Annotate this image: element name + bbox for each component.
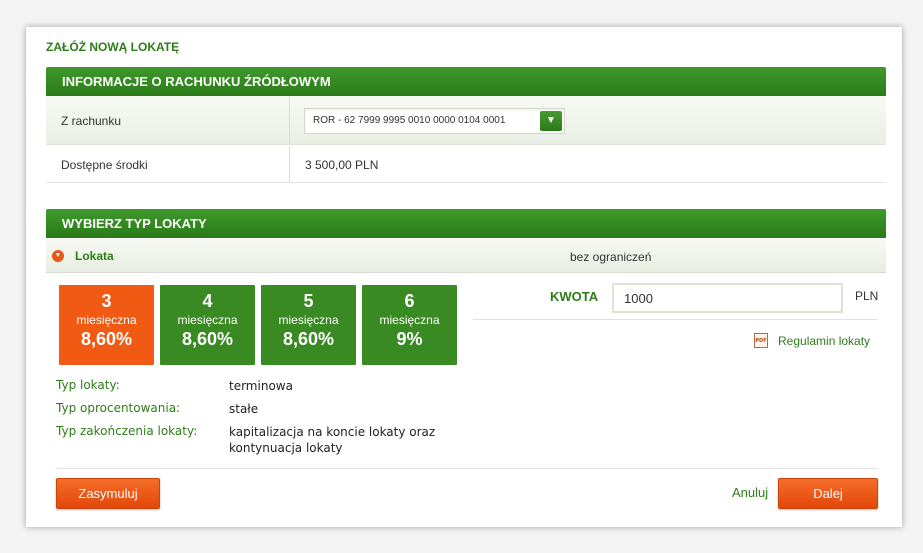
tile-unit: miesięczna — [379, 313, 440, 327]
collapse-toggle-icon[interactable]: ▼ — [52, 250, 64, 262]
tile-rate: 8,60% — [80, 329, 133, 349]
currency-label: PLN — [855, 289, 879, 303]
tile-term: 4 — [202, 291, 213, 311]
account-select-value: ROR - 62 7999 9995 0010 0000 0104 0001 — [313, 115, 506, 126]
deposit-tile-4[interactable]: 4 miesięczna 8,60% — [160, 285, 255, 365]
tile-rate: 9% — [396, 329, 423, 349]
deposit-subheader-label[interactable]: Lokata — [75, 249, 114, 263]
tile-term: 5 — [303, 291, 314, 311]
tile-rate: 8,60% — [181, 329, 234, 349]
cancel-link[interactable]: Anuluj — [732, 485, 768, 500]
available-funds-value: 3 500,00 PLN — [305, 158, 379, 172]
next-button[interactable]: Dalej — [778, 478, 878, 509]
available-funds-label: Dostępne środki — [61, 158, 148, 172]
chevron-down-icon[interactable]: ▼ — [540, 111, 562, 131]
row-divider — [289, 146, 290, 182]
deposit-subheader-note: bez ograniczeń — [570, 250, 652, 264]
tile-rate: 8,60% — [282, 329, 335, 349]
detail-value-deposit-type: terminowa — [229, 379, 293, 393]
detail-label-deposit-type: Typ lokaty: — [56, 378, 120, 392]
tile-unit: miesięczna — [278, 313, 339, 327]
footer-divider — [56, 468, 878, 469]
source-account-row: Z rachunku ROR - 62 7999 9995 0010 0000 … — [46, 96, 886, 145]
tile-term: 3 — [101, 291, 112, 311]
tile-unit: miesięczna — [177, 313, 238, 327]
deposit-type-header: WYBIERZ TYP LOKATY — [46, 209, 886, 238]
new-deposit-dialog: ZAŁÓŻ NOWĄ LOKATĘ INFORMACJE O RACHUNKU … — [26, 27, 902, 527]
deposit-subheader[interactable]: ▼ Lokata bez ograniczeń — [46, 239, 886, 273]
deposit-tile-6[interactable]: 6 miesięczna 9% — [362, 285, 457, 365]
detail-label-interest-type: Typ oprocentowania: — [56, 401, 181, 415]
simulate-button[interactable]: Zasymuluj — [56, 478, 160, 509]
detail-value-interest-type: stałe — [229, 402, 259, 416]
divider — [473, 319, 878, 320]
account-select[interactable]: ROR - 62 7999 9995 0010 0000 0104 0001 ▼ — [304, 108, 565, 134]
row-divider — [289, 96, 290, 144]
detail-label-ending-type: Typ zakończenia lokaty: — [56, 424, 198, 438]
dialog-title: ZAŁÓŻ NOWĄ LOKATĘ — [46, 40, 180, 54]
amount-label: KWOTA — [550, 289, 599, 304]
deposit-tile-5[interactable]: 5 miesięczna 8,60% — [261, 285, 356, 365]
tile-term: 6 — [404, 291, 415, 311]
detail-value-ending-type: kapitalizacja na koncie lokaty oraz kont… — [229, 425, 436, 455]
tile-unit: miesięczna — [76, 313, 137, 327]
available-funds-row: Dostępne środki 3 500,00 PLN — [46, 146, 886, 183]
deposit-tile-3[interactable]: 3 miesięczna 8,60% — [59, 285, 154, 365]
pdf-icon[interactable]: PDF — [754, 333, 768, 348]
account-label: Z rachunku — [61, 114, 122, 128]
source-account-header: INFORMACJE O RACHUNKU ŹRÓDŁOWYM — [46, 67, 886, 96]
amount-input[interactable] — [612, 283, 843, 313]
terms-link[interactable]: Regulamin lokaty — [778, 334, 870, 348]
